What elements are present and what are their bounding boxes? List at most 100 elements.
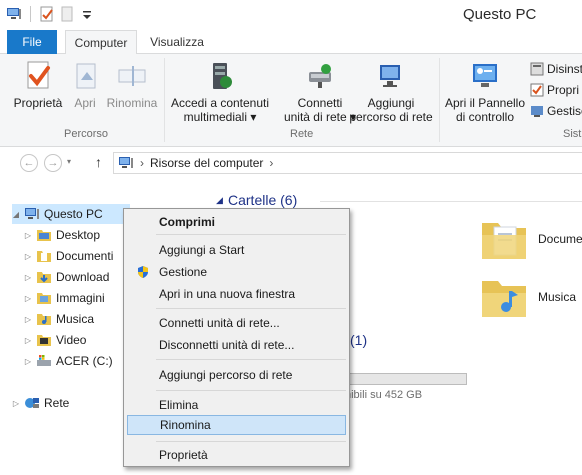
open-control-panel-button[interactable]: Apri il Pannello di controllo [442, 60, 528, 124]
address-bar[interactable]: › Risorse del computer › [113, 152, 582, 174]
tab-computer[interactable]: Computer [65, 30, 137, 55]
network-location-icon [380, 65, 400, 87]
access-media-label-2: multimediali ▾ [183, 110, 257, 124]
properties-icon [27, 61, 50, 89]
computer-icon[interactable] [6, 6, 22, 22]
customize-toolbar-icon[interactable] [79, 6, 95, 22]
menu-item-connetti-unita[interactable]: Connetti unità di rete... [127, 313, 346, 333]
expand-arrow-icon[interactable]: ▷ [24, 336, 32, 345]
tree-label: Download [56, 270, 110, 284]
group-label-sistema: Sist [563, 128, 582, 140]
drive-icon [37, 355, 51, 366]
tree-item-questo-pc[interactable]: ◢ Questo PC [12, 204, 130, 224]
uninstall-icon [530, 62, 544, 76]
menu-item-gestione[interactable]: Gestione [127, 262, 346, 282]
folder-icon [37, 230, 51, 241]
menu-item-apri-nuova-finestra[interactable]: Apri in una nuova finestra [127, 284, 346, 304]
group-divider [164, 58, 165, 142]
manage-icon [531, 106, 543, 117]
tree-label: Musica [56, 312, 95, 326]
uninstall-button[interactable]: Disinst [530, 62, 582, 76]
folder-tile-documenti[interactable]: Documen [480, 217, 582, 261]
back-button[interactable]: ← [20, 154, 38, 172]
folder-tile-musica[interactable]: Musica [480, 275, 576, 319]
section-header-cartelle[interactable]: Cartelle (6) [228, 192, 297, 208]
add-location-label-1: Aggiungi [367, 96, 415, 110]
properties-icon[interactable] [39, 6, 55, 22]
menu-item-aggiungi-percorso[interactable]: Aggiungi percorso di rete [127, 365, 346, 385]
tree-item-documenti[interactable]: ▷ Documenti [24, 246, 113, 266]
menu-item-elimina[interactable]: Elimina [127, 395, 346, 415]
network-icon [25, 398, 39, 408]
system-properties-button[interactable]: Propri [530, 83, 579, 97]
menu-item-proprieta[interactable]: Proprietà [127, 445, 346, 465]
menu-separator [156, 441, 346, 442]
drive-usage-bar [345, 373, 467, 385]
documents-folder-icon [482, 223, 526, 259]
breadcrumb-separator: › [140, 156, 144, 170]
computer-icon [25, 208, 39, 219]
access-media-button[interactable]: Accedi a contenuti multimediali ▾ [168, 60, 272, 124]
menu-item-comprimi[interactable]: Comprimi [127, 212, 346, 232]
expand-arrow-icon[interactable]: ▷ [24, 294, 32, 303]
title-bar: Questo PC [0, 0, 582, 30]
quick-access-toolbar [6, 6, 95, 22]
collapse-arrow-icon[interactable]: ◢ [216, 195, 223, 206]
address-row: ← → ▾ ↑ › Risorse del computer › [0, 148, 582, 178]
expand-arrow-icon[interactable]: ▷ [24, 252, 32, 261]
up-button[interactable]: ↑ [95, 154, 102, 170]
group-divider [439, 58, 440, 142]
control-panel-label-2: di controllo [455, 110, 515, 124]
breadcrumb-separator[interactable]: › [269, 156, 273, 170]
breadcrumb[interactable]: Risorse del computer [150, 156, 263, 170]
system-properties-label: Propri [547, 83, 580, 97]
properties-button[interactable]: Proprietà [10, 60, 66, 110]
tree-item-acer-drive[interactable]: ▷ ACER (C:) [24, 351, 113, 371]
tree-item-download[interactable]: ▷ Download [24, 267, 109, 287]
expand-arrow-icon[interactable]: ▷ [12, 399, 20, 408]
uninstall-label: Disinst [547, 62, 582, 76]
tree-item-immagini[interactable]: ▷ Immagini [24, 288, 105, 308]
expand-arrow-icon[interactable]: ▷ [24, 231, 32, 240]
add-network-location-button[interactable]: Aggiungi percorso di rete [346, 60, 436, 124]
access-media-label-1: Accedi a contenuti [170, 96, 270, 110]
folder-label: Documen [538, 232, 582, 246]
videos-folder-icon [37, 335, 51, 346]
section-divider [320, 201, 582, 202]
network-drive-icon [309, 64, 331, 88]
section-header-devices-count[interactable]: (1) [350, 332, 367, 348]
ribbon: Proprietà Apri Rinomina Percorso Accedi … [0, 54, 582, 147]
menu-separator [156, 308, 346, 309]
forward-button[interactable]: → [44, 154, 62, 172]
context-menu: Comprimi Aggiungi a Start Gestione Apri … [123, 208, 350, 467]
new-folder-icon[interactable] [59, 6, 75, 22]
computer-icon [119, 157, 133, 168]
tree-label: Questo PC [44, 207, 103, 221]
properties-label: Proprietà [13, 96, 63, 110]
expand-arrow-icon[interactable]: ▷ [24, 315, 32, 324]
system-properties-icon [530, 83, 544, 97]
menu-item-rinomina[interactable]: Rinomina [127, 415, 346, 435]
chevron-down-icon[interactable]: ▾ [67, 157, 71, 166]
tree-label: ACER (C:) [56, 354, 113, 368]
menu-item-aggiungi-start[interactable]: Aggiungi a Start [127, 240, 346, 260]
shield-icon [138, 266, 148, 278]
menu-item-label: Gestione [159, 265, 208, 279]
expand-arrow-icon[interactable]: ▷ [24, 357, 32, 366]
manage-button[interactable]: Gestisc [530, 104, 582, 118]
expand-arrow-icon[interactable]: ◢ [12, 210, 20, 219]
media-server-icon [213, 63, 232, 89]
open-button[interactable]: Apri [68, 60, 102, 110]
tree-item-rete[interactable]: ▷ Rete [12, 393, 69, 413]
expand-arrow-icon[interactable]: ▷ [24, 273, 32, 282]
open-label: Apri [74, 96, 96, 110]
group-label-rete: Rete [290, 128, 314, 140]
menu-item-disconnetti-unita[interactable]: Disconnetti unità di rete... [127, 335, 346, 355]
rename-button[interactable]: Rinomina [104, 60, 160, 110]
tree-item-desktop[interactable]: ▷ Desktop [24, 225, 100, 245]
tab-file[interactable]: File [7, 30, 57, 54]
tree-label: Documenti [56, 249, 114, 263]
tree-item-video[interactable]: ▷ Video [24, 330, 87, 350]
tab-visualizza[interactable]: Visualizza [140, 30, 214, 54]
tree-item-musica[interactable]: ▷ Musica [24, 309, 94, 329]
